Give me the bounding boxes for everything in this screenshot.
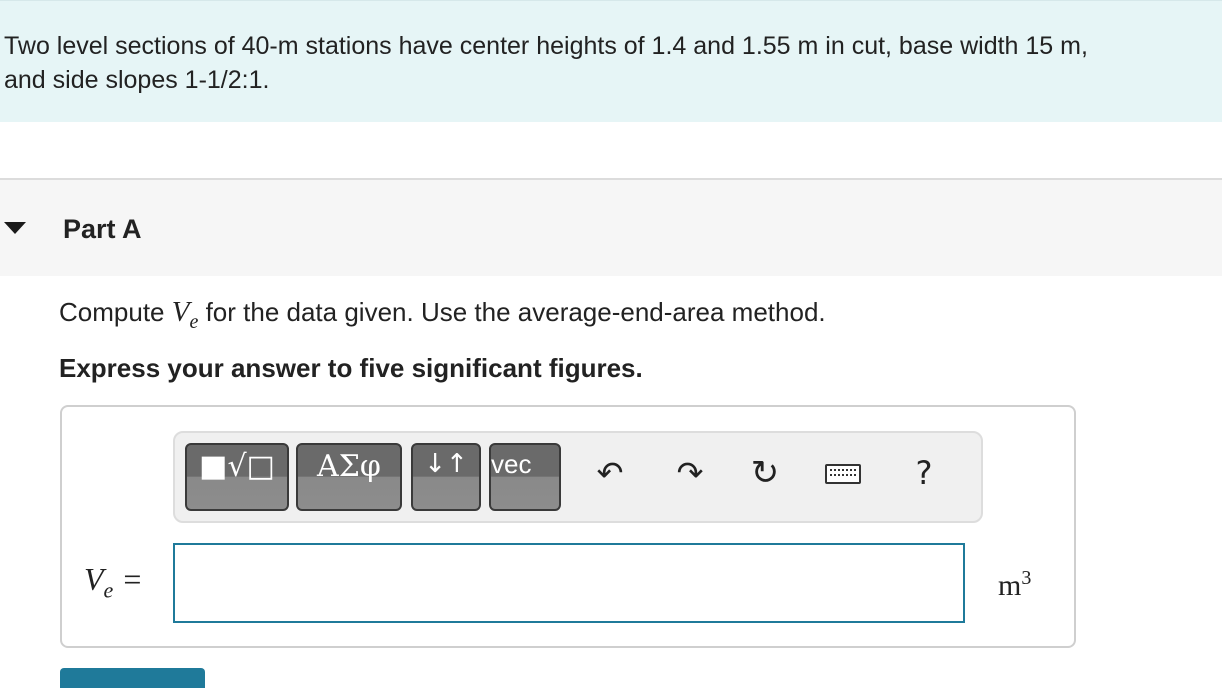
- problem-line-2: and side slopes 1-1/2:1.: [4, 66, 270, 94]
- question-variable: Ve: [171, 296, 199, 333]
- math-toolbar: ■√□ ΑΣφ ↓↑ vec ↶ ↷ ↻ ?: [173, 431, 983, 523]
- instruction-text: Express your answer to five significant …: [59, 353, 643, 383]
- redo-icon[interactable]: ↷: [668, 451, 712, 495]
- answer-input[interactable]: [173, 543, 965, 623]
- help-icon[interactable]: ?: [902, 451, 946, 495]
- part-header[interactable]: Part A: [0, 178, 1222, 276]
- answer-label: Ve =: [84, 561, 142, 603]
- arrows-button[interactable]: ↓↑: [411, 443, 481, 511]
- reset-icon[interactable]: ↻: [743, 451, 787, 495]
- vector-button[interactable]: vec: [489, 443, 561, 511]
- answer-unit: m3: [998, 567, 1032, 602]
- problem-line-1: Two level sections of 40-m stations have…: [4, 32, 1088, 60]
- templates-icon: ■√□: [199, 449, 275, 484]
- question-text: Compute Ve for the data given. Use the a…: [59, 296, 826, 334]
- undo-icon[interactable]: ↶: [588, 451, 632, 495]
- templates-button[interactable]: ■√□: [185, 443, 289, 511]
- question-suffix: for the data given. Use the average-end-…: [205, 297, 826, 327]
- problem-statement: Two level sections of 40-m stations have…: [0, 0, 1222, 122]
- part-title: Part A: [63, 214, 142, 244]
- question-prefix: Compute: [59, 297, 165, 327]
- greek-icon: ΑΣφ: [317, 449, 381, 484]
- caret-down-icon[interactable]: [4, 222, 26, 234]
- greek-symbols-button[interactable]: ΑΣφ: [296, 443, 402, 511]
- keyboard-icon[interactable]: [822, 451, 866, 495]
- submit-button[interactable]: [60, 668, 205, 688]
- answer-box: ■√□ ΑΣφ ↓↑ vec ↶ ↷ ↻ ? Ve = m3: [60, 405, 1076, 648]
- arrows-icon: ↓↑: [424, 449, 468, 479]
- vec-icon: vec: [491, 449, 532, 479]
